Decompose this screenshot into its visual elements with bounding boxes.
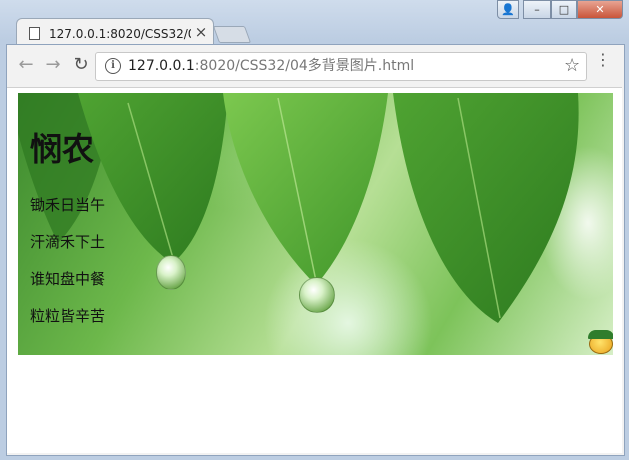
address-url[interactable]: 127.0.0.1:8020/CSS32/04多背景图片.html — [128, 58, 414, 75]
forward-button[interactable]: → — [43, 55, 63, 75]
close-window-button[interactable]: ✕ — [577, 0, 623, 19]
minimize-button[interactable]: – — [523, 0, 551, 19]
poem-line: 谁知盘中餐 — [30, 270, 106, 288]
bookmark-star-icon[interactable]: ☆ — [564, 55, 580, 76]
profile-button[interactable]: 👤 — [497, 0, 519, 19]
address-bar[interactable]: i 127.0.0.1:8020/CSS32/04多背景图片.html ☆ — [95, 52, 587, 81]
info-icon[interactable]: i — [105, 58, 121, 74]
browser-tab[interactable]: 127.0.0.1:8020/CSS32/04多背景图片.html × — [16, 18, 214, 47]
page-content: 悯农 锄禾日当午 汗滴禾下土 谁知盘中餐 粒粒皆辛苦 — [7, 88, 622, 453]
maximize-button[interactable]: □ — [551, 0, 577, 19]
poem-line: 汗滴禾下土 — [30, 233, 106, 251]
water-drop — [299, 277, 335, 313]
smiley-icon — [588, 330, 613, 354]
address-host: 127.0.0.1 — [128, 58, 195, 74]
poem-line: 粒粒皆辛苦 — [30, 307, 106, 325]
menu-icon[interactable]: ⋮ — [595, 52, 611, 76]
back-button[interactable]: ← — [16, 55, 36, 75]
tab-close-icon[interactable]: × — [193, 23, 209, 41]
page-heading: 悯农 — [30, 130, 95, 168]
toolbar: ← → ↻ i 127.0.0.1:8020/CSS32/04多背景图片.htm… — [7, 45, 622, 88]
background-image: 悯农 锄禾日当午 汗滴禾下土 谁知盘中餐 粒粒皆辛苦 — [18, 93, 613, 355]
water-drop — [156, 255, 186, 290]
browser-window: 👤 – □ ✕ 127.0.0.1:8020/CSS32/04多背景图片.htm… — [0, 0, 629, 460]
page-icon — [29, 27, 40, 40]
reload-button[interactable]: ↻ — [71, 55, 91, 75]
poem-line: 锄禾日当午 — [30, 196, 106, 214]
new-tab-button[interactable] — [212, 26, 252, 43]
tab-title: 127.0.0.1:8020/CSS32/04多背景图片.html — [49, 27, 191, 41]
address-path: :8020/CSS32/04多背景图片.html — [194, 58, 415, 74]
leaf-image — [18, 93, 579, 323]
